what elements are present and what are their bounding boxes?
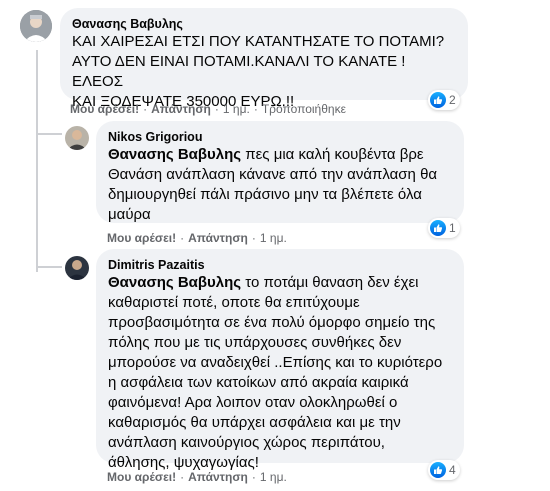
reply-button[interactable]: Απάντηση: [188, 470, 248, 484]
reaction-number: 4: [449, 463, 456, 477]
comment-time[interactable]: 1 ημ.: [260, 470, 287, 484]
reply-button[interactable]: Απάντηση: [188, 231, 248, 245]
comment-bubble: Θανασης Βαβυλης ΚΑΙ ΧΑΙΡΕΣΑΙ ΕΤΣΙ ΠΟΥ ΚΑ…: [60, 8, 468, 110]
comment-actions: Μου αρέσει! · Απάντηση · 1 ημ.: [107, 231, 287, 245]
comment-author[interactable]: Θανασης Βαβυλης: [72, 16, 456, 32]
thumbs-up-icon: [430, 462, 446, 478]
reply-button[interactable]: Απάντηση: [151, 102, 211, 116]
comment-text: Θανασης Βαβυλης πες μια καλή κουβέντα βρ…: [108, 146, 438, 223]
comment-text: ΚΑΙ ΧΑΙΡΕΣΑΙ ΕΤΣΙ ΠΟΥ ΚΑΤΑΝΤΗΣΑΤΕ ΤΟ ΠΟΤ…: [72, 33, 445, 110]
edited-label[interactable]: Τροποποιήθηκε: [262, 102, 346, 116]
thread-line-main: [36, 50, 38, 272]
comment-time[interactable]: 1 ημ.: [260, 231, 287, 245]
thread-line-branch: [36, 133, 62, 135]
like-button[interactable]: Μου αρέσει!: [107, 231, 176, 245]
reaction-number: 1: [449, 221, 456, 235]
mention-link[interactable]: Θανασης Βαβυλης: [108, 146, 241, 163]
comment-bubble: Nikos Grigoriou Θανασης Βαβυλης πες μια …: [96, 121, 464, 223]
avatar[interactable]: [65, 256, 89, 280]
reaction-count[interactable]: 1: [428, 218, 460, 238]
comment-text: Θανασης Βαβυλης το ποτάμι θαναση δεν έχε…: [108, 274, 443, 471]
reaction-count[interactable]: 4: [428, 460, 460, 480]
thumbs-up-icon: [430, 220, 446, 236]
comment-author[interactable]: Dimitris Pazaitis: [108, 257, 452, 273]
like-button[interactable]: Μου αρέσει!: [107, 470, 176, 484]
avatar[interactable]: [20, 10, 52, 42]
reaction-count[interactable]: 2: [428, 90, 460, 110]
comment-actions: Μου αρέσει! · Απάντηση · 1 ημ.: [107, 470, 287, 484]
comment-bubble: Dimitris Pazaitis Θανασης Βαβυλης το ποτ…: [96, 249, 464, 471]
reaction-number: 2: [449, 93, 456, 107]
like-button[interactable]: Μου αρέσει!: [70, 102, 139, 116]
comment-actions: Μου αρέσει! · Απάντηση · 1 ημ. · Τροποποιήθηκε: [70, 102, 346, 116]
thread-line-branch: [36, 266, 62, 268]
avatar[interactable]: [65, 126, 89, 150]
comment-time[interactable]: 1 ημ.: [223, 102, 250, 116]
comment-author[interactable]: Nikos Grigoriou: [108, 129, 452, 145]
mention-link[interactable]: Θανασης Βαβυλης: [108, 274, 241, 291]
thumbs-up-icon: [430, 92, 446, 108]
